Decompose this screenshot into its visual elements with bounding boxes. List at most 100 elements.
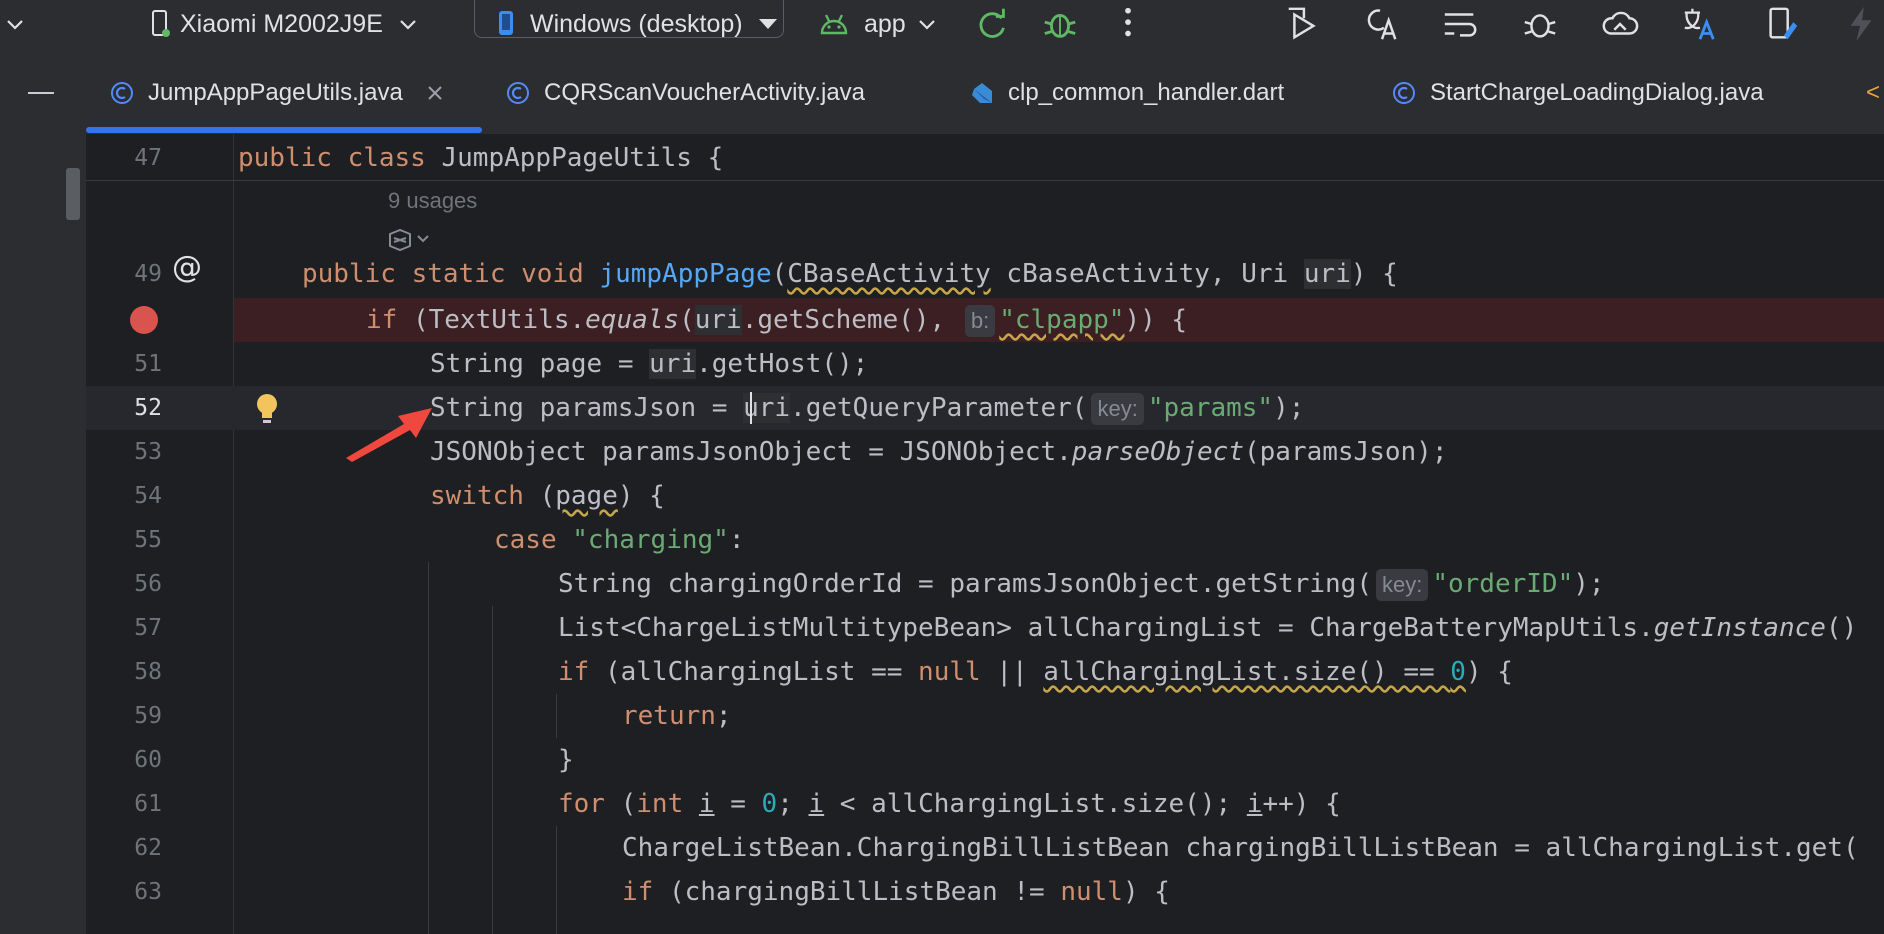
tab-label: StartChargeLoadingDialog.java: [1430, 79, 1764, 106]
line-number: 59: [134, 703, 162, 729]
line-number: 58: [134, 659, 162, 685]
debug-icon[interactable]: [1040, 4, 1080, 44]
tab-startchargeloadingdialog[interactable]: StartChargeLoadingDialog.java: [1392, 52, 1764, 134]
bug-settings-icon[interactable]: [1520, 4, 1560, 44]
more-actions-icon[interactable]: [1108, 4, 1148, 44]
code-line[interactable]: 49 public static void jumpAppPage(CBaseA…: [86, 252, 1884, 296]
lightbulb-icon[interactable]: [254, 392, 280, 426]
code-line[interactable]: 62 ChargeListBean.ChargingBillListBean c…: [86, 826, 1884, 870]
project-scroll-thumb[interactable]: [66, 168, 80, 220]
line-number: 53: [134, 439, 162, 465]
code-line[interactable]: 57 List<ChargeListMultitypeBean> allChar…: [86, 606, 1884, 650]
dropdown-triangle-icon: [758, 19, 777, 29]
translate-icon[interactable]: [1680, 4, 1720, 44]
tab-cqrscanvoucheractivity[interactable]: CQRScanVoucherActivity.java: [506, 52, 865, 134]
indent-guide: [556, 826, 557, 934]
param-hint: key:: [1091, 393, 1144, 425]
usages-hint[interactable]: 9 usages: [388, 188, 477, 214]
tab-label: JumpAppPageUtils.java: [148, 79, 403, 106]
chevron-down-icon: [918, 20, 935, 30]
phone-icon: [152, 10, 170, 37]
xml-file-icon[interactable]: <: [1866, 52, 1880, 134]
tab-label: clp_common_handler.dart: [1008, 79, 1285, 106]
android-icon: [820, 14, 848, 35]
run-with-coverage-icon[interactable]: [1282, 4, 1322, 44]
line-number: 63: [134, 879, 162, 905]
param-hint: b:: [964, 305, 996, 337]
device-name: Xiaomi M2002J9E: [180, 9, 383, 38]
code-editor[interactable]: 47 public class JumpAppPageUtils { 9 usa…: [86, 134, 1884, 934]
code-text: public class JumpAppPageUtils {: [238, 143, 724, 173]
dart-file-icon: [972, 83, 992, 103]
ai-assistant-icon[interactable]: [386, 226, 430, 254]
cloud-sync-icon[interactable]: [1600, 4, 1640, 44]
tab-jumpapppageutils[interactable]: JumpAppPageUtils.java: [110, 52, 443, 134]
param-hint: key:: [1375, 569, 1429, 601]
line-number: 60: [134, 747, 162, 773]
power-save-icon[interactable]: [1842, 4, 1882, 44]
device-edit-icon[interactable]: [1762, 4, 1802, 44]
code-line[interactable]: 56 String chargingOrderId = paramsJsonOb…: [86, 562, 1884, 606]
indent-guide: [556, 694, 557, 738]
target-selector[interactable]: Windows (desktop): [496, 0, 779, 48]
active-tab-indicator: [86, 127, 482, 133]
java-class-icon: [1393, 82, 1415, 104]
main-menu-chevron-icon[interactable]: [4, 0, 26, 48]
soft-wrap-icon[interactable]: [1440, 4, 1480, 44]
code-line[interactable]: 60 }: [86, 738, 1884, 782]
code-line[interactable]: 59 return;: [86, 694, 1884, 738]
code-text: return;: [622, 701, 732, 731]
code-line[interactable]: 63 if (chargingBillListBean != null) {: [86, 870, 1884, 914]
code-text: for (int i = 0; i < allChargingList.size…: [558, 789, 1341, 819]
code-text: if (allChargingList == null || allChargi…: [558, 657, 1513, 687]
left-tool-strip: [0, 134, 86, 934]
code-line[interactable]: 54 switch (page) {: [86, 474, 1884, 518]
rerun-icon[interactable]: [972, 4, 1012, 44]
hide-panel-button[interactable]: [28, 92, 54, 94]
line-number: 54: [134, 483, 162, 509]
module-name: app: [864, 9, 906, 38]
code-text: switch (page) {: [430, 481, 665, 511]
target-name: Windows (desktop): [530, 9, 743, 38]
code-text: if (chargingBillListBean != null) {: [622, 877, 1170, 907]
code-line-breakpoint[interactable]: if (TextUtils.equals(uri.getScheme(), b:…: [234, 298, 1884, 342]
line-number: 52: [134, 395, 162, 421]
main-toolbar: Xiaomi M2002J9E Windows (desktop) app: [0, 0, 1884, 53]
desktop-device-icon: [499, 11, 513, 35]
tab-clp-common-handler[interactable]: clp_common_handler.dart: [970, 52, 1284, 134]
java-class-icon: [111, 82, 133, 104]
line-number: 55: [134, 527, 162, 553]
translate-text-icon[interactable]: [1362, 4, 1402, 44]
module-selector[interactable]: app: [818, 0, 938, 48]
breakpoint-icon[interactable]: [130, 306, 158, 334]
close-tab-icon[interactable]: [427, 85, 443, 101]
line-number: 62: [134, 835, 162, 861]
code-text: public static void jumpAppPage(CBaseActi…: [302, 259, 1398, 289]
text-caret: [750, 392, 752, 424]
code-divider: [86, 180, 1884, 181]
code-line[interactable]: 51 String page = uri.getHost();: [86, 342, 1884, 386]
code-line[interactable]: 61 for (int i = 0; i < allChargingList.s…: [86, 782, 1884, 826]
code-text: String paramsJson = uri.getQueryParamete…: [430, 393, 1305, 425]
java-class-icon: [507, 82, 529, 104]
editor-tabs: JumpAppPageUtils.java CQRScanVoucherActi…: [0, 52, 1884, 135]
line-number: 57: [134, 615, 162, 641]
code-text: String chargingOrderId = paramsJsonObjec…: [558, 569, 1605, 601]
code-line[interactable]: 53 JSONObject paramsJsonObject = JSONObj…: [86, 430, 1884, 474]
code-text: String page = uri.getHost();: [430, 349, 869, 379]
code-line[interactable]: 47 public class JumpAppPageUtils {: [86, 136, 1884, 180]
line-number: 47: [134, 145, 162, 171]
tab-label: CQRScanVoucherActivity.java: [544, 79, 866, 106]
line-number: 49: [134, 261, 162, 287]
device-selector[interactable]: Xiaomi M2002J9E: [150, 0, 419, 48]
code-line[interactable]: 55 case "charging":: [86, 518, 1884, 562]
line-number: 61: [134, 791, 162, 817]
indent-guide: [492, 606, 493, 934]
code-text: List<ChargeListMultitypeBean> allChargin…: [558, 613, 1858, 643]
code-text: case "charging":: [494, 525, 745, 555]
code-line[interactable]: 58 if (allChargingList == null || allCha…: [86, 650, 1884, 694]
implementation-marker-icon[interactable]: @: [172, 250, 202, 285]
line-number: 56: [134, 571, 162, 597]
code-text: ChargeListBean.ChargingBillListBean char…: [622, 833, 1859, 863]
code-text: }: [558, 745, 574, 775]
